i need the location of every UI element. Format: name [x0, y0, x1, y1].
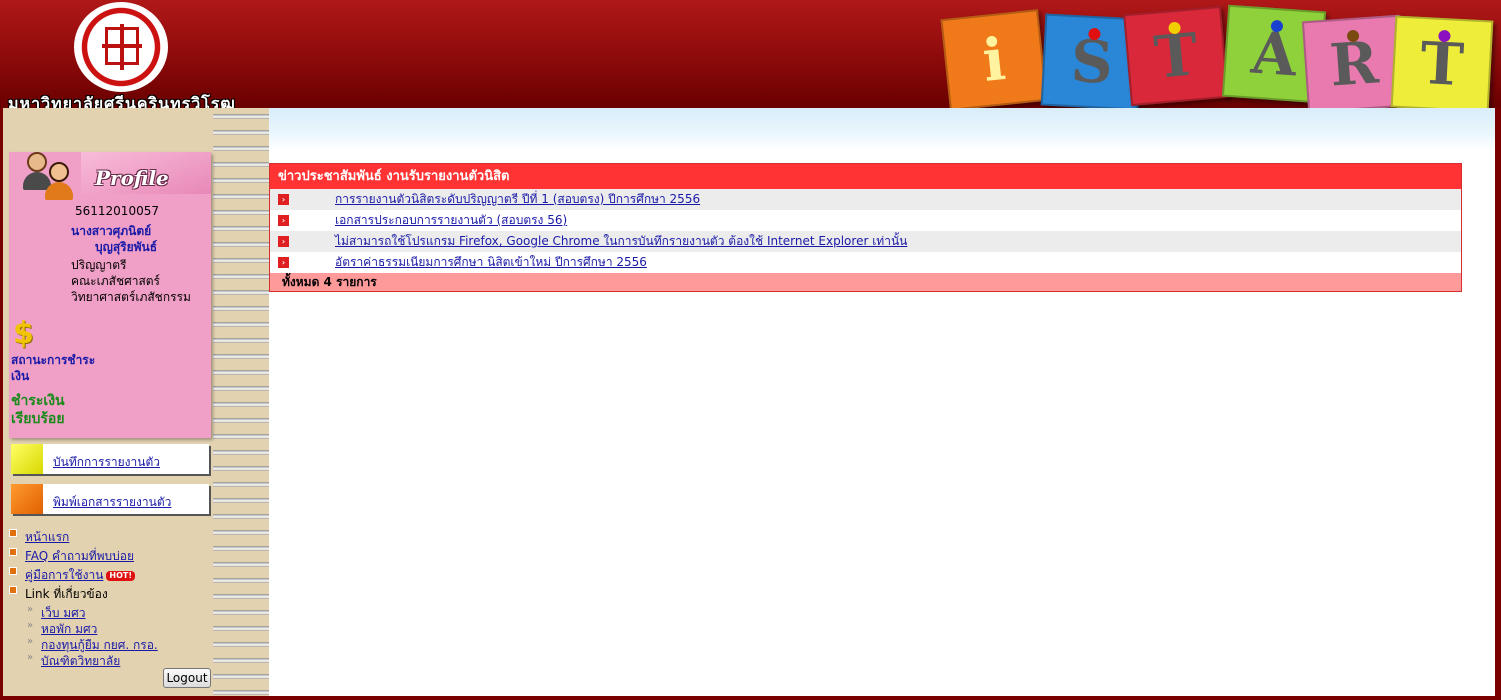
university-seal-icon[interactable] — [74, 2, 168, 92]
news-row: › การรายงานตัวนิสิตระดับปริญญาตรี ปีที่ … — [270, 189, 1461, 210]
hot-badge: HOT! — [106, 570, 136, 581]
istart-tile-t2: T — [1390, 15, 1494, 113]
avatar-body-female — [45, 182, 73, 200]
double-chevron-icon: » — [27, 652, 34, 663]
payment-status-value: ชำระเงินเรียบร้อย — [11, 393, 65, 427]
news-row: › ไม่สามารถใช้โปรแกรม Firefox, Google Ch… — [270, 231, 1461, 252]
header-gradient-band — [269, 108, 1495, 150]
sub-link-item: » บัณฑิตวิทยาลัย — [9, 652, 215, 668]
student-last-name: บุญสุริยพันธ์ — [95, 240, 158, 254]
sub-link-item: » หอพัก มศว — [9, 620, 215, 636]
page-header: มหาวิทยาลัยศรีนครินทรวิโรฒ i S T A R T — [0, 0, 1501, 114]
link-item-home: หน้าแรก — [9, 528, 215, 547]
manual-link[interactable]: คู่มือการใช้งาน — [25, 568, 103, 582]
news-link[interactable]: อัตราค่าธรรมเนียมการศึกษา นิสิตเข้าใหม่ … — [335, 252, 647, 273]
profile-title: Profile — [95, 166, 169, 190]
faq-link[interactable]: FAQ คำถามที่พบบ่อย — [25, 549, 134, 563]
orange-square-bullet-icon — [9, 586, 17, 594]
istart-tile-i: i — [940, 9, 1048, 111]
red-arrow-bullet-icon: › — [278, 257, 289, 268]
avatar-head-male — [27, 152, 47, 172]
news-total-count: ทั้งหมด 4 รายการ — [270, 273, 1461, 291]
red-arrow-bullet-icon: › — [278, 215, 289, 226]
news-link[interactable]: การรายงานตัวนิสิตระดับปริญญาตรี ปีที่ 1 … — [335, 189, 700, 210]
sub-link-item: » เว็บ มศว — [9, 604, 215, 620]
home-link[interactable]: หน้าแรก — [25, 530, 69, 544]
payment-status-link[interactable]: สถานะการชำระเงิน — [11, 352, 101, 384]
yellow-tab-icon — [11, 444, 43, 474]
news-link[interactable]: ไม่สามารถใช้โปรแกรม Firefox, Google Chro… — [335, 231, 907, 252]
student-loan-link[interactable]: กองทุนกู้ยืม กยศ. กรอ. — [41, 638, 158, 652]
red-arrow-bullet-icon: › — [278, 194, 289, 205]
istart-logo: i S T A R T — [940, 4, 1495, 121]
dollar-icon: $ — [13, 316, 34, 351]
print-documents-link[interactable]: พิมพ์เอกสารรายงานตัว — [53, 493, 171, 512]
double-chevron-icon: » — [27, 604, 34, 615]
graduate-school-link[interactable]: บัณฑิตวิทยาลัย — [41, 654, 120, 668]
avatar-head-female — [49, 162, 69, 182]
sidebar-links: หน้าแรก FAQ คำถามที่พบบ่อย คู่มือการใช้ง… — [9, 528, 215, 668]
news-link[interactable]: เอกสารประกอบการรายงานตัว (สอบตรง 56) — [335, 210, 567, 231]
link-item-related: Link ที่เกี่ยวข้อง — [9, 585, 215, 604]
profile-card: Profile 56112010057 นางสาวศุภนิตย์ บุญสุ… — [9, 152, 211, 438]
news-header: ข่าวประชาสัมพันธ์ งานรับรายงานตัวนิสิต — [270, 164, 1461, 189]
main-content: ข่าวประชาสัมพันธ์ งานรับรายงานตัวนิสิต ›… — [269, 108, 1495, 696]
orange-tab-icon — [11, 484, 43, 514]
seal-emblem — [102, 24, 142, 70]
user-pair-icon — [21, 152, 77, 200]
student-program: วิทยาศาสตร์เภสัชกรรม — [71, 290, 191, 304]
istart-tile-t: T — [1123, 5, 1229, 107]
related-links-label: Link ที่เกี่ยวข้อง — [25, 587, 108, 601]
sidebar: Profile 56112010057 นางสาวศุภนิตย์ บุญสุ… — [3, 108, 269, 696]
student-id: 56112010057 — [75, 204, 159, 218]
double-chevron-icon: » — [27, 636, 34, 647]
istart-letter: i — [979, 25, 1009, 95]
news-row: › เอกสารประกอบการรายงานตัว (สอบตรง 56) — [270, 210, 1461, 231]
sub-link-item: » กองทุนกู้ยืม กยศ. กรอ. — [9, 636, 215, 652]
orange-square-bullet-icon — [9, 529, 17, 537]
orange-square-bullet-icon — [9, 548, 17, 556]
swu-web-link[interactable]: เว็บ มศว — [41, 606, 86, 620]
record-report-menu[interactable]: บันทึกการรายงานตัว — [11, 444, 209, 474]
print-documents-menu[interactable]: พิมพ์เอกสารรายงานตัว — [11, 484, 209, 514]
double-chevron-icon: » — [27, 620, 34, 631]
news-panel: ข่าวประชาสัมพันธ์ งานรับรายงานตัวนิสิต ›… — [269, 163, 1462, 292]
dormitory-link[interactable]: หอพัก มศว — [41, 622, 97, 636]
notebook-spiral — [213, 108, 269, 696]
logout-button[interactable]: Logout — [163, 668, 211, 688]
news-row: › อัตราค่าธรรมเนียมการศึกษา นิสิตเข้าใหม… — [270, 252, 1461, 273]
red-arrow-bullet-icon: › — [278, 236, 289, 247]
link-item-faq: FAQ คำถามที่พบบ่อย — [9, 547, 215, 566]
orange-square-bullet-icon — [9, 567, 17, 575]
record-report-link[interactable]: บันทึกการรายงานตัว — [53, 453, 160, 472]
link-item-manual: คู่มือการใช้งาน HOT! — [9, 566, 215, 585]
